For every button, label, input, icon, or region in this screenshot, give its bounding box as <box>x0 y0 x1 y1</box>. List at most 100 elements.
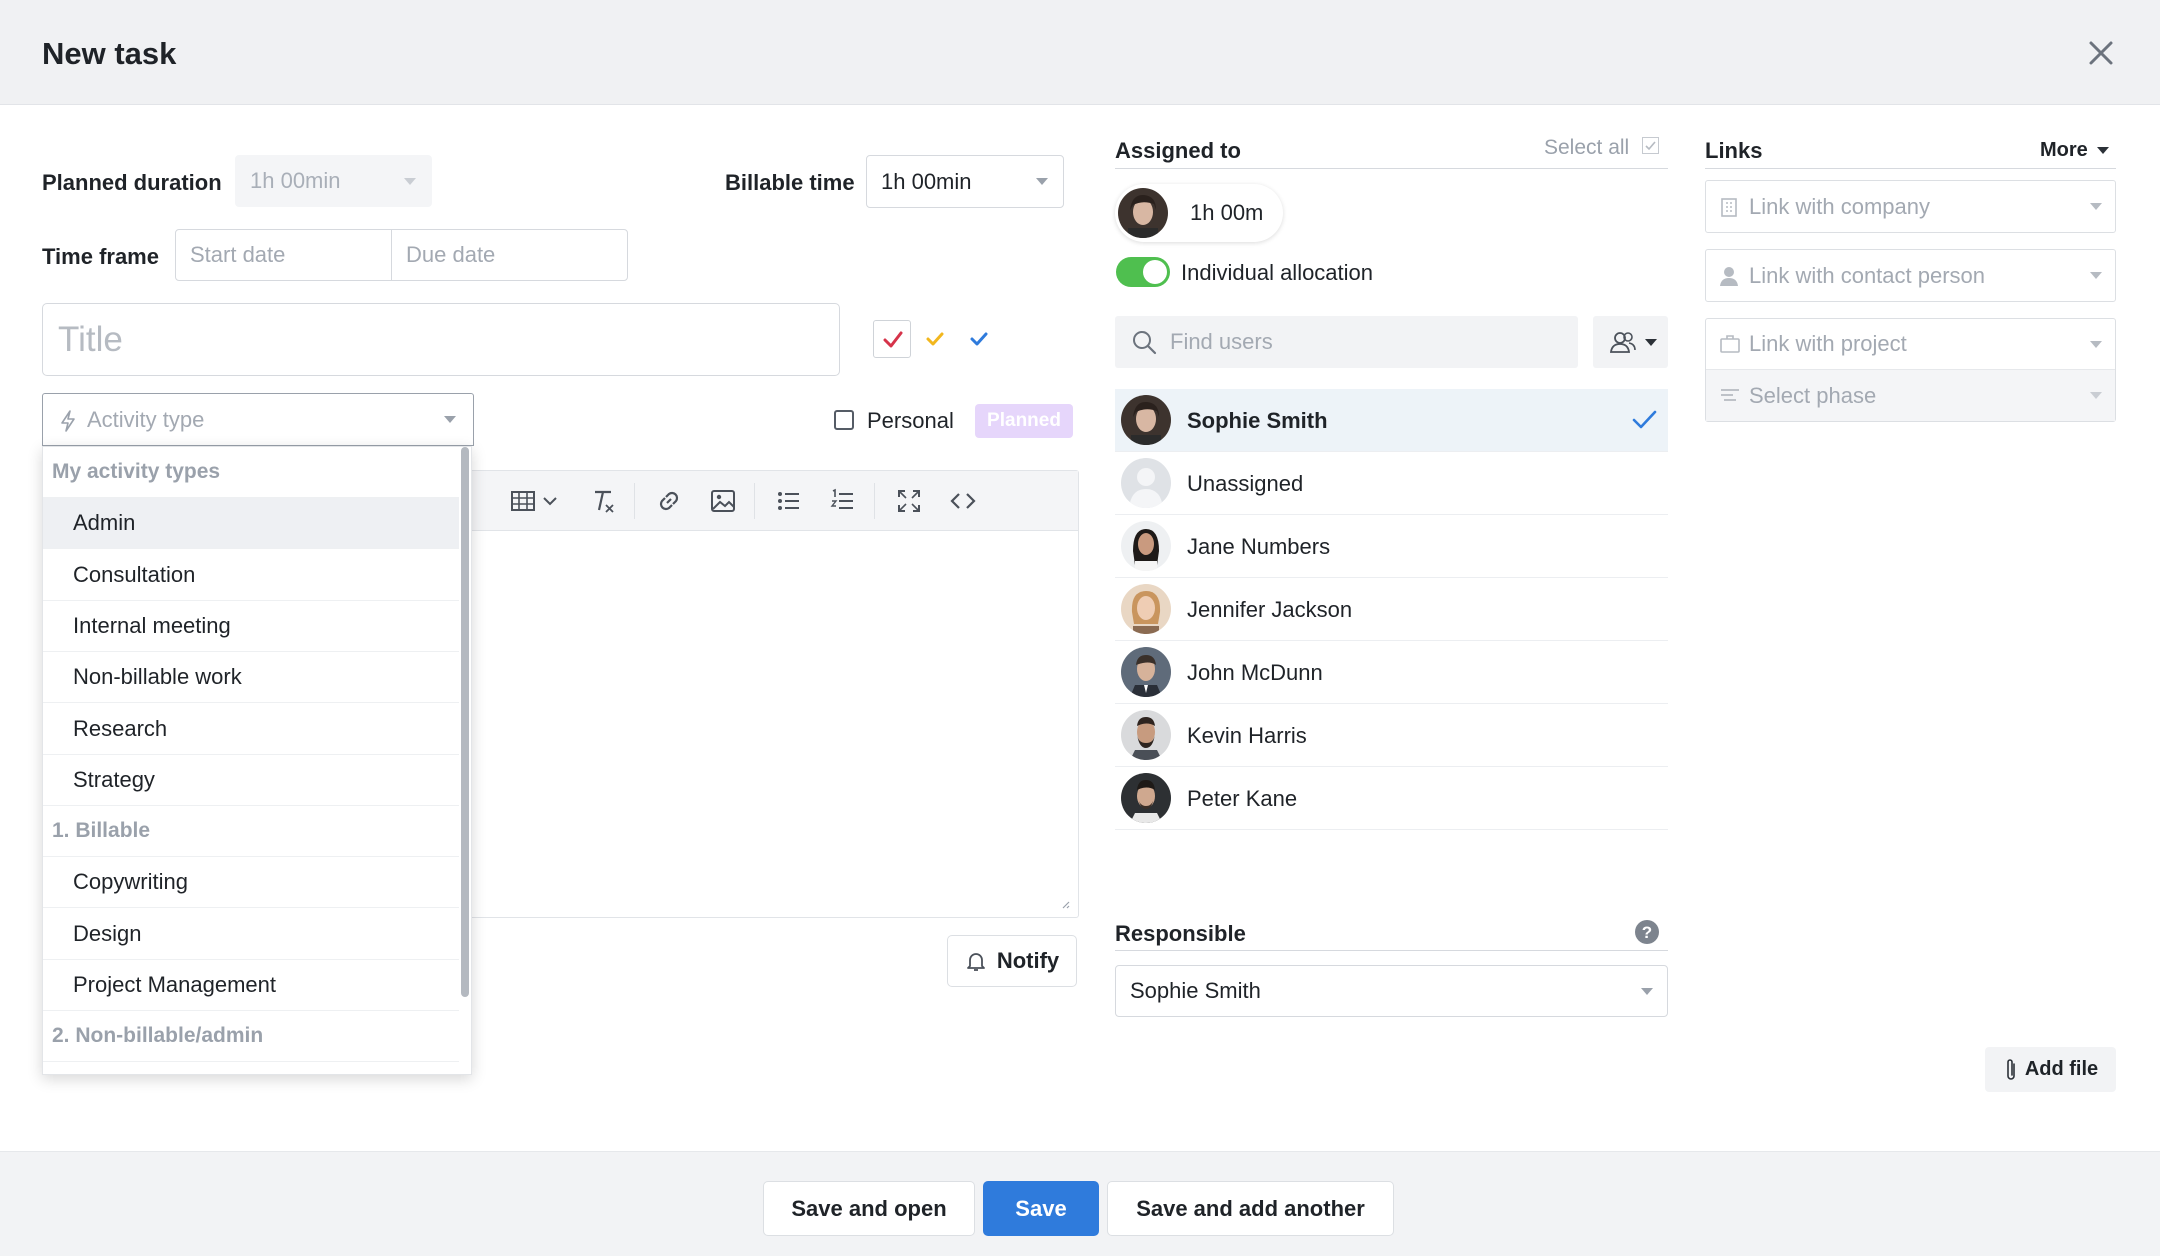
planned-duration-select: 1h 00min <box>235 155 432 207</box>
chevron-down-icon <box>404 178 416 185</box>
user-name: Jennifer Jackson <box>1187 597 1353 622</box>
add-file-button[interactable]: Add file <box>1985 1047 2116 1092</box>
numbered-list-icon[interactable] <box>828 486 858 516</box>
user-name: Sophie Smith <box>1187 408 1328 433</box>
billable-time-value: 1h 00min <box>881 168 972 194</box>
link-project-select[interactable]: Link with project <box>1706 319 2115 370</box>
assigned-to-label: Assigned to <box>1115 138 1241 163</box>
select-phase-select: Select phase <box>1706 370 2115 421</box>
due-date-placeholder: Due date <box>406 242 496 267</box>
user-row[interactable]: Jane Numbers <box>1115 515 1668 578</box>
planned-badge[interactable]: Planned <box>975 404 1073 438</box>
activity-option[interactable]: Non-billable work <box>43 652 459 703</box>
chevron-down-icon <box>1641 988 1653 995</box>
user-name: Jane Numbers <box>1187 534 1331 559</box>
find-users-input[interactable]: Find users <box>1115 316 1578 368</box>
time-frame-label: Time frame <box>42 244 159 269</box>
user-row[interactable]: Jennifer Jackson <box>1115 578 1668 641</box>
assignee-time: 1h 00m <box>1190 200 1264 225</box>
svg-text:?: ? <box>1642 923 1652 942</box>
chevron-down-icon <box>2090 341 2102 348</box>
table-icon[interactable] <box>508 486 538 516</box>
activity-option[interactable]: Consultation <box>43 550 459 601</box>
phase-icon <box>1721 389 1739 401</box>
activity-option[interactable]: Design <box>43 909 459 960</box>
billable-time-select[interactable]: 1h 00min <box>866 155 1064 208</box>
check-icon <box>1645 141 1656 151</box>
chevron-down-icon <box>1036 178 1048 185</box>
activity-type-dropdown[interactable]: 2. Non-billable/admin Project Management D… <box>42 446 472 1075</box>
activity-type-select[interactable]: Activity type <box>42 393 474 446</box>
responsible-select[interactable]: Sophie Smith <box>1115 965 1668 1017</box>
user-row[interactable]: John McDunn <box>1115 641 1668 704</box>
scrollbar[interactable] <box>461 447 469 997</box>
activity-option[interactable]: Admin <box>43 498 459 549</box>
individual-allocation-toggle[interactable] <box>1116 257 1170 287</box>
select-all-checkbox[interactable] <box>1642 137 1659 154</box>
add-file-label: Add file <box>2024 1058 2099 1080</box>
clear-format-icon[interactable] <box>588 486 618 516</box>
toggle-knob <box>1143 260 1167 284</box>
link-company-select[interactable]: Link with company <box>1705 180 2116 233</box>
image-icon[interactable] <box>708 486 738 516</box>
user-row[interactable]: Peter Kane <box>1115 767 1668 830</box>
select-all-link[interactable]: Select all <box>1544 136 1629 160</box>
chevron-down-icon <box>2090 392 2102 399</box>
status-blue-check[interactable] <box>966 326 992 352</box>
help-icon[interactable]: ? <box>1634 919 1660 945</box>
dialog-title: New task <box>42 36 177 71</box>
user-group-filter-button[interactable] <box>1593 316 1668 368</box>
save-and-open-button[interactable]: Save and open <box>763 1181 975 1236</box>
chevron-down-icon <box>2097 147 2109 154</box>
more-menu[interactable]: More <box>2040 139 2088 162</box>
user-row[interactable]: Kevin Harris <box>1115 704 1668 767</box>
dialog-footer: Save and open Save Save and add another <box>0 1151 2160 1256</box>
dialog-header: New task <box>0 0 2160 105</box>
activity-option[interactable]: Internal meeting <box>43 601 459 652</box>
user-row[interactable]: Unassigned <box>1115 452 1668 515</box>
section-divider <box>1115 950 1668 951</box>
toolbar-divider <box>634 483 635 519</box>
start-date-input[interactable]: Start date <box>175 229 392 281</box>
users-icon <box>1609 332 1636 353</box>
link-icon[interactable] <box>654 486 684 516</box>
link-contact-placeholder: Link with contact person <box>1749 262 1986 288</box>
personal-checkbox[interactable] <box>834 410 854 430</box>
chevron-down-icon <box>2090 203 2102 210</box>
fullscreen-icon[interactable] <box>894 486 924 516</box>
activity-option[interactable]: Strategy <box>43 755 459 806</box>
user-row[interactable]: Sophie Smith <box>1115 389 1668 452</box>
close-icon[interactable] <box>2086 38 2116 68</box>
avatar <box>1118 188 1168 238</box>
check-icon <box>1629 405 1659 435</box>
check-icon <box>970 332 988 346</box>
toolbar-divider <box>754 483 755 519</box>
avatar <box>1121 395 1171 445</box>
bell-icon <box>966 953 985 971</box>
save-and-add-another-button[interactable]: Save and add another <box>1107 1181 1394 1236</box>
status-yellow-check[interactable] <box>922 326 948 352</box>
responsible-label: Responsible <box>1115 921 1246 946</box>
notify-label: Notify <box>996 948 1060 973</box>
activity-option[interactable]: Research <box>43 704 459 755</box>
save-button[interactable]: Save <box>983 1181 1099 1236</box>
chevron-down-icon[interactable] <box>540 486 560 516</box>
assignee-chip[interactable]: 1h 00m <box>1115 184 1283 242</box>
chevron-down-icon <box>2090 272 2102 279</box>
activity-option[interactable]: Copywriting <box>43 857 459 908</box>
notify-button[interactable]: Notify <box>947 935 1077 987</box>
status-red-check[interactable] <box>873 320 911 358</box>
resize-handle[interactable] <box>1060 899 1070 909</box>
link-contact-select[interactable]: Link with contact person <box>1705 249 2116 302</box>
code-icon[interactable] <box>948 486 978 516</box>
find-users-placeholder: Find users <box>1170 329 1273 354</box>
avatar <box>1121 710 1171 760</box>
chevron-down-icon <box>1645 339 1657 346</box>
user-name: Unassigned <box>1187 471 1304 496</box>
user-name: Kevin Harris <box>1187 723 1307 748</box>
activity-option[interactable]: Project Management <box>43 960 459 1011</box>
title-input[interactable]: Title <box>42 303 840 376</box>
bulleted-list-icon[interactable] <box>774 486 804 516</box>
select-phase-placeholder: Select phase <box>1749 382 1877 408</box>
due-date-input[interactable]: Due date <box>391 229 628 281</box>
